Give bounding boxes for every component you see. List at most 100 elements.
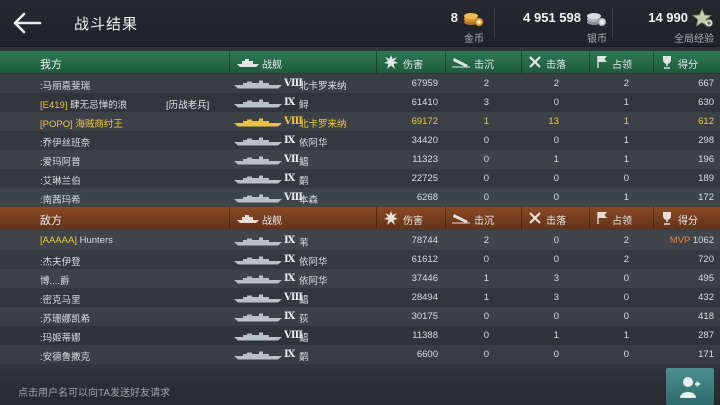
player-name[interactable]: [AAAAA] Hunters xyxy=(40,235,113,246)
player-name[interactable]: :苏珊娜凯希 xyxy=(40,311,90,325)
back-button[interactable] xyxy=(6,6,46,40)
player-name[interactable]: [POPO] 海贼商纣王 xyxy=(40,116,123,130)
ship-name: 鲳 xyxy=(299,333,309,344)
ship-tier: Ⅸ xyxy=(284,273,296,284)
sunk-value: 2 xyxy=(483,235,489,246)
player-name[interactable]: 博....爵 xyxy=(40,273,70,287)
player-name[interactable]: [E419] 肆无忌惮的浪 xyxy=(40,97,127,111)
score-value: 298 xyxy=(653,135,714,146)
ship-silhouette-icon xyxy=(234,175,282,184)
silver-label: 银币 xyxy=(587,34,607,45)
column-damage: 伤害 xyxy=(376,207,445,229)
score-number: 298 xyxy=(698,135,714,146)
column-ship-label: 战舰 xyxy=(262,60,282,71)
score-value: 432 xyxy=(653,292,714,303)
ship-silhouette-icon xyxy=(234,256,282,265)
score-value: 171 xyxy=(653,349,714,360)
player-name-text: Hunters xyxy=(76,235,113,246)
player-name[interactable]: :乔伊丝班奈 xyxy=(40,135,90,149)
add-friend-button[interactable] xyxy=(666,368,714,405)
clan-tag: [AAAAA] xyxy=(40,235,77,246)
damage-value: 61612 xyxy=(411,254,438,265)
column-sunk-label: 击沉 xyxy=(474,60,494,71)
sunk-value: 0 xyxy=(483,135,489,146)
explosion-icon xyxy=(384,211,398,225)
player-row: [E419] 肆无忌惮的浪 [历战老兵] Ⅸ 鲟 61410 3 0 1 630 xyxy=(0,93,720,112)
player-name-text: :杰夫伊登 xyxy=(40,257,81,268)
downed-value: 0 xyxy=(553,97,559,108)
player-name[interactable]: :安德鲁撒克 xyxy=(40,349,90,363)
capture-value: 2 xyxy=(623,235,629,246)
sunk-value: 2 xyxy=(483,78,489,89)
player-name-text: 肆无忌惮的浪 xyxy=(67,100,128,111)
sunk-value: 1 xyxy=(483,116,489,127)
ship-name: 苇 xyxy=(299,238,309,249)
header-divider xyxy=(612,8,613,38)
clan-tag: [POPO] xyxy=(40,119,73,130)
ship-tier: Ⅶ xyxy=(284,154,300,165)
column-ship: 战舰 xyxy=(229,51,375,73)
downed-value: 0 xyxy=(553,349,559,360)
player-name[interactable]: :马丽嘉斐瑞 xyxy=(40,78,90,92)
ship-silhouette-icon xyxy=(234,332,282,341)
ship-silhouette-icon xyxy=(234,237,282,246)
sunk-value: 1 xyxy=(483,292,489,303)
header-divider xyxy=(494,8,495,38)
sunk-value: 0 xyxy=(483,154,489,165)
capture-value: 2 xyxy=(623,78,629,89)
column-damage-label: 伤害 xyxy=(403,60,423,71)
sunk-value: 0 xyxy=(483,330,489,341)
player-name[interactable]: :爱玛阿普 xyxy=(40,154,81,168)
star-xp-icon xyxy=(692,8,713,27)
score-number: 495 xyxy=(698,273,714,284)
score-value: 495 xyxy=(653,273,714,284)
score-value: MVP 1062 xyxy=(653,235,714,246)
column-downed: 击落 xyxy=(521,51,589,73)
player-name[interactable]: :艾琳兰伯 xyxy=(40,173,81,187)
player-row: :苏珊娜凯希 Ⅸ 荻 30175 0 0 0 418 xyxy=(0,307,720,326)
downed-value: 0 xyxy=(553,192,559,203)
add-friend-icon xyxy=(680,377,700,398)
sinking-ship-icon xyxy=(452,214,470,224)
downed-value: 1 xyxy=(553,330,559,341)
ship-silhouette-icon xyxy=(234,313,282,322)
score-number: 287 xyxy=(698,330,714,341)
score-number: 630 xyxy=(698,97,714,108)
player-name[interactable]: :玛姬蒂娜 xyxy=(40,330,81,344)
capture-value: 1 xyxy=(623,116,629,127)
capture-value: 0 xyxy=(623,349,629,360)
player-name[interactable]: :南茜玛希 xyxy=(40,192,81,206)
capture-value: 0 xyxy=(623,173,629,184)
damage-value: 34420 xyxy=(411,135,438,146)
column-capture-label: 占领 xyxy=(612,216,632,227)
damage-value: 30175 xyxy=(411,311,438,322)
player-name-text: 博....爵 xyxy=(40,276,70,287)
column-score: 得分 xyxy=(653,51,720,73)
column-sunk-label: 击沉 xyxy=(474,216,494,227)
score-number: 196 xyxy=(698,154,714,165)
battleship-icon xyxy=(237,59,259,67)
damage-value: 11388 xyxy=(412,330,438,341)
player-name[interactable]: :密克马里 xyxy=(40,292,81,306)
ship-tier: Ⅸ xyxy=(284,173,296,184)
column-capture-label: 占领 xyxy=(612,60,632,71)
score-number: 720 xyxy=(698,254,714,265)
column-score-label: 得分 xyxy=(678,216,698,227)
ship-tier: Ⅸ xyxy=(284,349,296,360)
player-name[interactable]: :杰夫伊登 xyxy=(40,254,81,268)
downed-value: 3 xyxy=(553,292,559,303)
ship-silhouette-icon xyxy=(234,351,282,360)
player-row: :乔伊丝班奈 Ⅸ 依阿华 34420 0 0 1 298 xyxy=(0,131,720,150)
column-capture: 占领 xyxy=(589,207,653,229)
clan-tag: [E419] xyxy=(40,100,68,111)
column-ship: 战舰 xyxy=(229,207,375,229)
gold-amount: 8 xyxy=(450,10,458,25)
score-value: 612 xyxy=(653,116,714,127)
downed-value: 2 xyxy=(553,78,559,89)
player-name-text: :乔伊丝班奈 xyxy=(40,138,91,149)
column-downed: 击落 xyxy=(521,207,589,229)
player-row: [AAAAA] Hunters Ⅸ 苇 78744 2 0 2 MVP 1062 xyxy=(0,231,720,250)
player-name-text: :南茜玛希 xyxy=(40,195,81,206)
player-row: :玛姬蒂娜 Ⅷ 鲳 11388 0 1 1 287 xyxy=(0,326,720,345)
crossed-planes-icon xyxy=(529,212,541,224)
